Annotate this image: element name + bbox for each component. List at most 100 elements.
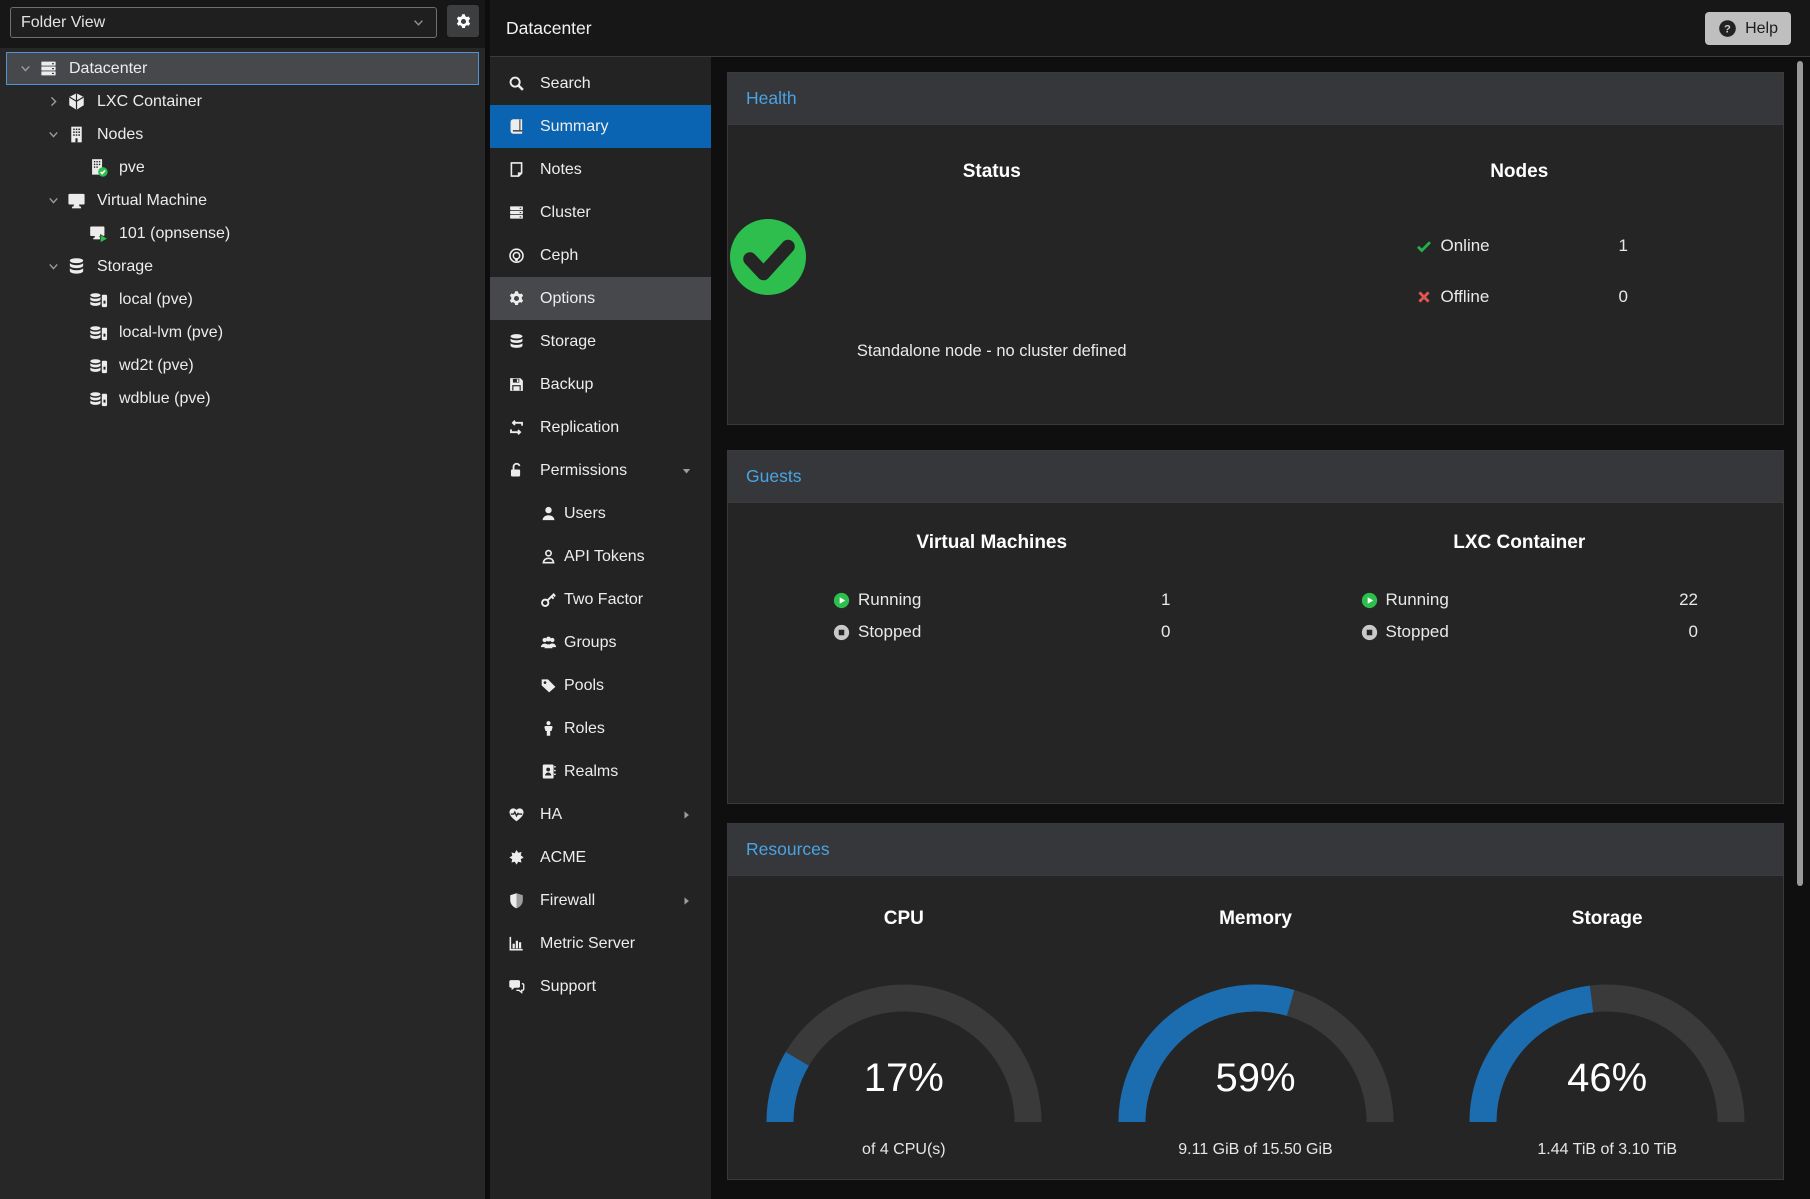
menu-item-label: HA <box>540 806 562 824</box>
menu-item-label: ACME <box>540 849 586 867</box>
top-bar: Datacenter ? Help <box>490 0 1810 57</box>
menu-item-acme[interactable]: ACME <box>490 836 711 879</box>
cube-icon <box>63 92 89 111</box>
menu-item-label: API Tokens <box>564 548 645 566</box>
menu-item-backup[interactable]: Backup <box>490 363 711 406</box>
health-panel: Health Status Standalone node - no clust… <box>727 72 1784 425</box>
menu-item-options[interactable]: Options <box>490 277 711 320</box>
guest-status-value: 0 <box>1689 622 1698 642</box>
note-icon <box>506 161 526 178</box>
guests-column-heading: LXC Container <box>1256 532 1784 554</box>
menu-item-cluster[interactable]: Cluster <box>490 191 711 234</box>
tree-item-storage[interactable]: Storage <box>6 250 479 283</box>
database-drive-icon <box>85 323 111 342</box>
menu-item-notes[interactable]: Notes <box>490 148 711 191</box>
caret-down-icon[interactable] <box>43 259 63 274</box>
menu-item-support[interactable]: Support <box>490 965 711 1008</box>
caret-down-icon[interactable] <box>43 127 63 142</box>
status-message: Standalone node - no cluster defined <box>728 342 1256 361</box>
view-mode-select[interactable]: Folder View <box>10 7 437 38</box>
menu-item-summary[interactable]: Summary <box>490 105 711 148</box>
tree-item-label: wdblue (pve) <box>119 390 211 408</box>
tree-item-wdblue-pve-[interactable]: wdblue (pve) <box>6 382 479 415</box>
triangle-right-icon[interactable] <box>680 808 693 821</box>
gauge-cpu: CPU 17% of 4 CPU(s) <box>728 876 1080 1180</box>
caret-down-icon[interactable] <box>43 193 63 208</box>
stop-icon <box>1361 624 1378 641</box>
question-circle-icon: ? <box>1718 19 1737 38</box>
database-drive-icon <box>85 290 111 309</box>
status-heading: Status <box>728 161 1256 183</box>
help-button[interactable]: ? Help <box>1705 12 1791 45</box>
config-menu: Search Summary NotesClusterCeph Options Stor… <box>490 57 711 1199</box>
gauge-detail: of 4 CPU(s) <box>862 1141 946 1159</box>
menu-item-ha[interactable]: HA <box>490 793 711 836</box>
triangle-down-icon[interactable] <box>680 464 693 477</box>
menu-item-groups[interactable]: Groups <box>490 621 711 664</box>
menu-item-pools[interactable]: Pools <box>490 664 711 707</box>
tree-item-label: LXC Container <box>97 93 202 111</box>
tree-item-virtual-machine[interactable]: Virtual Machine <box>6 184 479 217</box>
caret-right-icon[interactable] <box>43 94 63 109</box>
tree-item-wd2t-pve-[interactable]: wd2t (pve) <box>6 349 479 382</box>
guest-status-row: Stopped 0 <box>1361 619 1699 645</box>
menu-item-api-tokens[interactable]: API Tokens <box>490 535 711 578</box>
menu-item-label: Summary <box>540 118 608 136</box>
resources-panel: Resources CPU 17% of 4 CPU(s) Memory59%9.11… <box>727 823 1784 1180</box>
gauge-arc: 17% <box>754 974 1054 1129</box>
menu-item-users[interactable]: Users <box>490 492 711 535</box>
database-drive-icon <box>85 389 111 408</box>
tree-settings-button[interactable] <box>447 5 479 37</box>
menu-item-permissions[interactable]: Permissions <box>490 449 711 492</box>
tree-item-label: Datacenter <box>69 60 147 78</box>
guest-status-label: Stopped <box>1386 622 1449 642</box>
tree-item-pve[interactable]: pve <box>6 151 479 184</box>
node-status-value: 1 <box>1619 236 1628 256</box>
caret-down-icon[interactable] <box>15 61 35 76</box>
building-icon <box>63 125 89 144</box>
gauge-arc: 46% <box>1457 974 1757 1129</box>
gear-icon <box>455 13 472 30</box>
menu-item-replication[interactable]: Replication <box>490 406 711 449</box>
tree-item-lxc-container[interactable]: LXC Container <box>6 85 479 118</box>
guest-status-value: 1 <box>1161 590 1170 610</box>
menu-item-firewall[interactable]: Firewall <box>490 879 711 922</box>
gauge-arc: 59% <box>1106 974 1406 1129</box>
menu-item-ceph[interactable]: Ceph <box>490 234 711 277</box>
menu-item-label: Roles <box>564 720 605 738</box>
menu-item-roles[interactable]: Roles <box>490 707 711 750</box>
gauge-title: Storage <box>1572 908 1643 930</box>
guest-status-value: 22 <box>1679 590 1698 610</box>
menu-item-storage[interactable]: Storage <box>490 320 711 363</box>
tree-item-local-lvm-pve-[interactable]: local-lvm (pve) <box>6 316 479 349</box>
nodes-column: Nodes Online1Offline0 <box>1256 125 1784 425</box>
menu-item-label: Options <box>540 290 595 308</box>
users-icon <box>538 634 558 651</box>
menu-item-realms[interactable]: Realms <box>490 750 711 793</box>
scrollbar-thumb[interactable] <box>1797 61 1803 886</box>
menu-item-label: Users <box>564 505 606 523</box>
guest-status-value: 0 <box>1161 622 1170 642</box>
menu-item-metric-server[interactable]: Metric Server <box>490 922 711 965</box>
badge-icon <box>506 849 526 866</box>
key-icon <box>538 591 558 608</box>
user-icon <box>538 505 558 522</box>
tree-item-101-opnsense-[interactable]: 101 (opnsense) <box>6 217 479 250</box>
tree-item-datacenter[interactable]: Datacenter <box>6 52 479 85</box>
resources-panel-title: Resources <box>746 839 830 860</box>
database-icon <box>63 257 89 276</box>
tree-item-local-pve-[interactable]: local (pve) <box>6 283 479 316</box>
guest-status-label: Running <box>858 590 921 610</box>
gauge-title: CPU <box>884 908 924 930</box>
menu-item-search[interactable]: Search <box>490 62 711 105</box>
gauge-storage: Storage46%1.44 TiB of 3.10 TiB <box>1431 876 1783 1180</box>
guest-status-row: Stopped0 <box>833 619 1171 645</box>
user-outline-icon <box>538 548 558 565</box>
guest-status-row: Running22 <box>1361 587 1699 613</box>
menu-item-two-factor[interactable]: Two Factor <box>490 578 711 621</box>
search-icon <box>506 75 526 92</box>
tree-item-nodes[interactable]: Nodes <box>6 118 479 151</box>
resource-tree: Datacenter LXC Container NodespveVirtual M… <box>0 48 485 1199</box>
triangle-right-icon[interactable] <box>680 894 693 907</box>
gauge-memory: Memory59%9.11 GiB of 15.50 GiB <box>1080 876 1432 1180</box>
